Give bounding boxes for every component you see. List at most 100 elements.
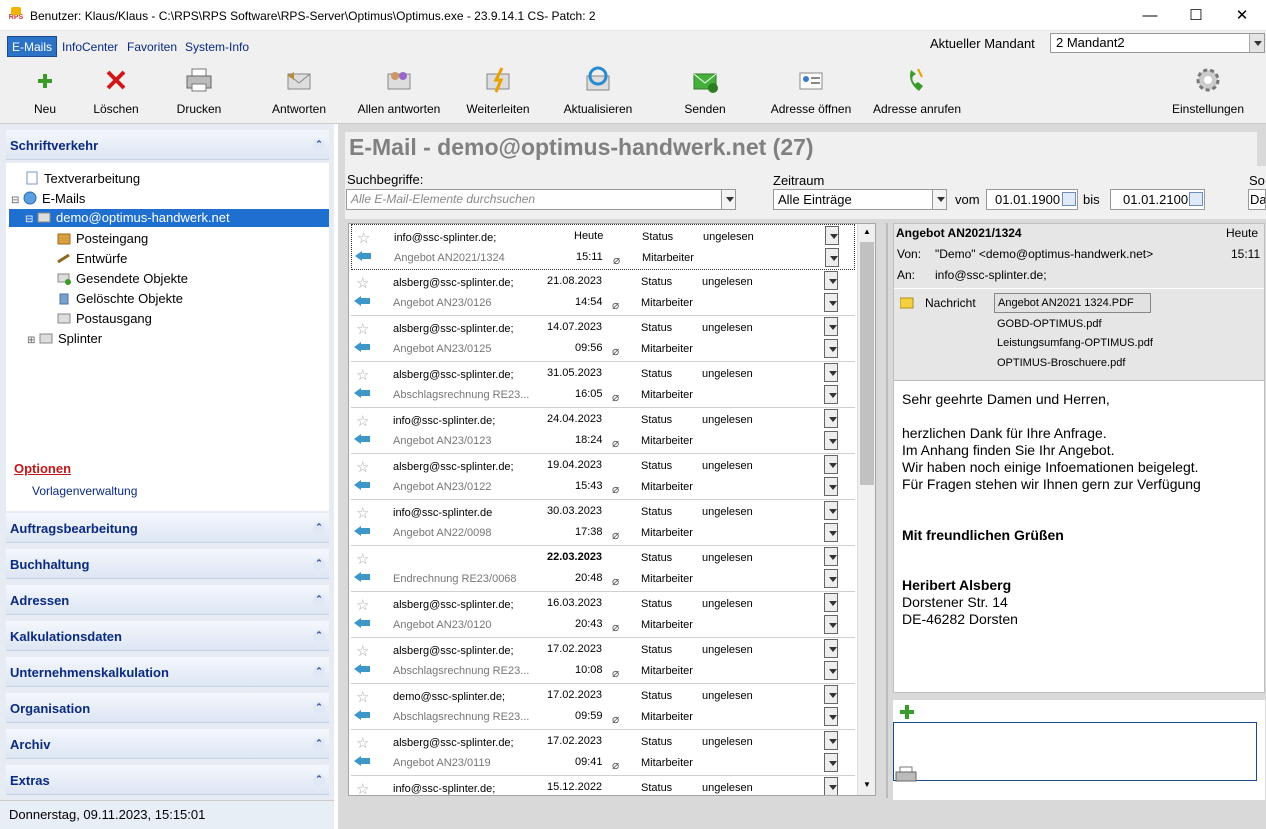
reply-button[interactable]: Antworten	[268, 64, 330, 116]
scroll-down-icon[interactable]: ▼	[859, 777, 875, 793]
attachment-item[interactable]: Leistungsumfang-OPTIMUS.pdf	[997, 337, 1153, 349]
star-icon[interactable]: ☆	[356, 458, 369, 476]
expand-toggle-icon[interactable]: ⊞	[27, 335, 35, 346]
scroll-up-icon[interactable]: ▲	[859, 224, 875, 240]
date-to-input[interactable]: 01.01.2100	[1110, 189, 1205, 210]
star-icon[interactable]: ☆	[356, 734, 369, 752]
star-icon[interactable]: ☆	[356, 504, 369, 522]
star-icon[interactable]: ☆	[356, 550, 369, 568]
assignee-dropdown-button[interactable]	[824, 431, 838, 450]
collapse-icon[interactable]: ⌃	[313, 522, 325, 534]
section-extras[interactable]: Extras ⌃	[6, 765, 329, 795]
email-list-scrollbar[interactable]: ▲ ▼	[857, 224, 875, 795]
star-icon[interactable]: ☆	[356, 780, 369, 795]
status-dropdown-button[interactable]	[824, 455, 838, 474]
calendar-icon[interactable]	[1189, 192, 1203, 206]
splitter[interactable]	[886, 223, 888, 798]
attachment-item[interactable]: OPTIMUS-Broschuere.pdf	[997, 357, 1125, 369]
minimize-button[interactable]: —	[1127, 0, 1173, 31]
status-dropdown-button[interactable]	[824, 363, 838, 382]
email-row[interactable]: ☆ info@ssc-splinter.de; 15.12.2022 Status un…	[351, 776, 855, 795]
note-input[interactable]	[893, 722, 1257, 781]
section-organisation[interactable]: Organisation ⌃	[6, 693, 329, 723]
menu-system-info[interactable]: System-Info	[185, 40, 249, 54]
sort-select[interactable]: Da	[1248, 189, 1266, 210]
star-icon[interactable]: ☆	[356, 274, 369, 292]
search-input[interactable]: Alle E-Mail-Elemente durchsuchen	[346, 189, 736, 210]
status-dropdown-button[interactable]	[824, 547, 838, 566]
status-dropdown-button[interactable]	[824, 409, 838, 428]
assignee-dropdown-button[interactable]	[824, 569, 838, 588]
assignee-dropdown-button[interactable]	[824, 385, 838, 404]
email-row[interactable]: ☆ alsberg@ssc-splinter.de; Abschlagsrechnu…	[351, 638, 855, 684]
assignee-dropdown-button[interactable]	[824, 477, 838, 496]
star-icon[interactable]: ☆	[356, 642, 369, 660]
section-kalkulationsdaten[interactable]: Kalkulationsdaten ⌃	[6, 621, 329, 651]
calendar-icon[interactable]	[1062, 192, 1076, 206]
send-button[interactable]: Senden	[680, 64, 730, 116]
collapse-icon[interactable]: ⌃	[313, 594, 325, 606]
tree-item-entwuerfe[interactable]: Entwürfe	[57, 250, 127, 268]
email-row[interactable]: ☆ alsberg@ssc-splinter.de; Angebot AN23/01…	[351, 316, 855, 362]
status-dropdown-button[interactable]	[824, 639, 838, 658]
reply-all-button[interactable]: Allen antworten	[354, 64, 444, 116]
assignee-dropdown-button[interactable]	[824, 753, 838, 772]
chevron-down-icon[interactable]	[721, 190, 735, 209]
tree-item-account[interactable]: ⊟ demo@optimus-handwerk.net	[9, 209, 329, 227]
collapse-icon[interactable]: ⌃	[313, 738, 325, 750]
email-row[interactable]: ☆ info@ssc-splinter.de; Angebot AN2021/132…	[351, 224, 855, 270]
collapse-icon[interactable]: ⌃	[313, 774, 325, 786]
close-button[interactable]: ✕	[1219, 0, 1265, 31]
chevron-down-icon[interactable]	[932, 190, 946, 209]
scroll-thumb[interactable]	[860, 242, 874, 485]
assignee-dropdown-button[interactable]	[824, 615, 838, 634]
section-schriftverkehr[interactable]: Schriftverkehr ⌃	[6, 130, 329, 160]
email-row[interactable]: ☆ alsberg@ssc-splinter.de; Angebot AN23/01…	[351, 730, 855, 776]
menu-favoriten[interactable]: Favoriten	[127, 40, 177, 54]
tree-item-postausgang[interactable]: Postausgang	[57, 310, 152, 328]
section-archiv[interactable]: Archiv ⌃	[6, 729, 329, 759]
section-unternehmenskalkulation[interactable]: Unternehmenskalkulation ⌃	[6, 657, 329, 687]
assignee-dropdown-button[interactable]	[824, 707, 838, 726]
collapse-toggle-icon[interactable]: ⊟	[11, 195, 19, 206]
collapse-icon[interactable]: ⌃	[313, 558, 325, 570]
status-dropdown-button[interactable]	[824, 685, 838, 704]
tree-item-geloeschte[interactable]: Gelöschte Objekte	[57, 290, 183, 308]
email-row[interactable]: ☆ alsberg@ssc-splinter.de; Angebot AN23/01…	[351, 592, 855, 638]
date-from-input[interactable]: 01.01.1900	[986, 189, 1078, 210]
print-note-button[interactable]	[895, 766, 917, 787]
tree-item-emails[interactable]: ⊟ E-Mails	[11, 190, 85, 208]
tree-item-posteingang[interactable]: Posteingang	[57, 230, 148, 248]
star-icon[interactable]: ☆	[356, 596, 369, 614]
delete-button[interactable]: Löschen	[89, 64, 143, 116]
email-row[interactable]: ☆ Endrechnung RE23/0068 22.03.2023 20:48 ⌀ St…	[351, 546, 855, 592]
star-icon[interactable]: ☆	[357, 229, 370, 247]
assignee-dropdown-button[interactable]	[824, 339, 838, 358]
status-dropdown-button[interactable]	[824, 271, 838, 290]
zeitraum-select[interactable]: Alle Einträge	[773, 189, 947, 210]
vorlagenverwaltung-link[interactable]: Vorlagenverwaltung	[32, 484, 137, 498]
forward-button[interactable]: Weiterleiten	[463, 64, 533, 116]
status-dropdown-button[interactable]	[824, 777, 838, 795]
new-button[interactable]: Neu	[28, 64, 62, 116]
status-dropdown-button[interactable]	[825, 226, 839, 245]
status-dropdown-button[interactable]	[824, 317, 838, 336]
collapse-icon[interactable]: ⌃	[313, 702, 325, 714]
attachment-item[interactable]: GOBD-OPTIMUS.pdf	[997, 318, 1102, 330]
collapse-icon[interactable]: ⌃	[313, 666, 325, 678]
menu-emails[interactable]: E-Mails	[7, 36, 58, 57]
settings-button[interactable]: Einstellungen	[1168, 64, 1248, 116]
star-icon[interactable]: ☆	[356, 688, 369, 706]
section-auftragsbearbeitung[interactable]: Auftragsbearbeitung ⌃	[6, 513, 329, 543]
open-address-button[interactable]: Adresse öffnen	[766, 64, 856, 116]
assignee-dropdown-button[interactable]	[825, 248, 839, 267]
assignee-dropdown-button[interactable]	[824, 293, 838, 312]
menu-infocenter[interactable]: InfoCenter	[62, 40, 118, 54]
call-address-button[interactable]: Adresse anrufen	[868, 64, 966, 116]
email-row[interactable]: ☆ demo@ssc-splinter.de; Abschlagsrechnung …	[351, 684, 855, 730]
email-row[interactable]: ☆ alsberg@ssc-splinter.de; Angebot AN23/01…	[351, 270, 855, 316]
maximize-button[interactable]: ☐	[1173, 0, 1219, 31]
status-dropdown-button[interactable]	[824, 501, 838, 520]
tree-item-textverarbeitung[interactable]: Textverarbeitung	[25, 170, 140, 188]
section-adressen[interactable]: Adressen ⌃	[6, 585, 329, 615]
